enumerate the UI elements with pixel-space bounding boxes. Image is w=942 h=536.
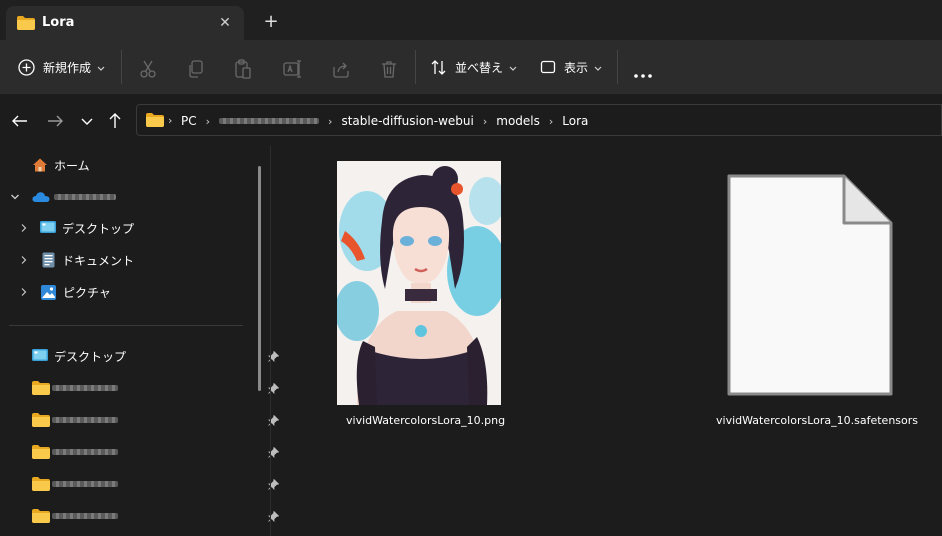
breadcrumb-pc[interactable]: PC	[181, 114, 197, 128]
back-arrow-icon[interactable]	[10, 111, 30, 131]
folder-icon	[32, 445, 50, 459]
sidebar-item-pictures[interactable]: ピクチャ	[20, 280, 111, 304]
sidebar-item-label: ホーム	[54, 158, 90, 173]
folder-icon	[17, 16, 35, 30]
breadcrumb-models[interactable]: models	[496, 114, 540, 128]
new-button[interactable]: 新規作成	[18, 55, 105, 79]
file-name-safetensors[interactable]: vividWatercolorsLora_10.safetensors	[716, 414, 918, 427]
document-icon	[42, 252, 55, 268]
copy-icon[interactable]	[186, 57, 206, 81]
navigation-row: › PC › › stable-diffusion-webui › models…	[0, 94, 942, 146]
folder-icon	[146, 113, 164, 127]
file-name-png[interactable]: vividWatercolorsLora_10.png	[346, 414, 505, 427]
quick-access-folder[interactable]	[32, 472, 279, 496]
quick-access-folder[interactable]	[32, 408, 279, 432]
sidebar-item-onedrive[interactable]	[10, 185, 116, 209]
quick-access-folder[interactable]	[32, 376, 279, 400]
breadcrumb-separator-icon: ›	[328, 114, 333, 128]
chevron-down-icon	[97, 60, 105, 74]
redacted-folder-name	[52, 385, 118, 391]
redacted-onedrive-name	[54, 194, 116, 200]
quick-access-folder[interactable]	[32, 440, 279, 464]
tab-title: Lora	[42, 15, 75, 30]
view-button-label: 表示	[564, 60, 589, 75]
sort-icon	[431, 59, 446, 75]
toolbar-divider	[415, 50, 416, 84]
file-item-png[interactable]	[335, 161, 507, 405]
tab-strip: Lora ✕ +	[0, 0, 942, 40]
sidebar-scrollbar[interactable]	[258, 166, 261, 391]
chevron-right-icon[interactable]	[20, 223, 28, 233]
redacted-folder-name	[52, 513, 118, 519]
chevron-right-icon[interactable]	[20, 287, 28, 297]
redacted-folder-name	[52, 449, 118, 455]
add-circle-icon	[18, 58, 35, 76]
sort-button[interactable]: 並べ替え	[430, 55, 517, 79]
folder-icon	[32, 413, 50, 427]
forward-arrow-icon[interactable]	[45, 111, 65, 131]
sidebar-item-label: ドキュメント	[62, 253, 135, 268]
image-thumbnail	[335, 161, 507, 405]
share-icon[interactable]	[331, 57, 351, 81]
navigation-pane: ホーム デスクトップ ドキュメント ピクチャ デスクトップ	[0, 146, 279, 536]
sidebar-item-label: デスクトップ	[54, 349, 127, 364]
rename-icon[interactable]	[282, 57, 302, 81]
onedrive-cloud-icon	[32, 192, 50, 202]
more-options-icon[interactable]	[633, 64, 653, 88]
redacted-user-folder[interactable]	[219, 118, 320, 124]
view-icon	[540, 60, 556, 74]
cut-icon[interactable]	[138, 57, 158, 81]
quick-access-desktop[interactable]: デスクトップ	[32, 344, 279, 368]
sidebar-item-home[interactable]: ホーム	[32, 153, 90, 177]
sidebar-item-desktop[interactable]: デスクトップ	[20, 216, 134, 240]
quick-access-folder[interactable]	[32, 504, 279, 528]
pictures-icon	[41, 284, 56, 300]
toolbar-divider	[121, 50, 122, 84]
command-bar: 新規作成 並べ替え 表示	[0, 40, 942, 94]
chevron-down-icon	[594, 60, 602, 74]
view-button[interactable]: 表示	[540, 55, 602, 79]
sidebar-item-documents[interactable]: ドキュメント	[20, 248, 134, 272]
breadcrumb-separator-icon: ›	[168, 114, 173, 127]
sidebar-item-label: ピクチャ	[63, 285, 111, 300]
breadcrumb-stable-diffusion-webui[interactable]: stable-diffusion-webui	[341, 114, 473, 128]
generic-file-icon	[727, 174, 893, 396]
breadcrumb-separator-icon: ›	[205, 114, 211, 128]
pane-divider[interactable]	[270, 146, 271, 536]
folder-icon	[32, 381, 50, 395]
breadcrumb-separator-icon: ›	[548, 114, 554, 128]
breadcrumb-separator-icon: ›	[482, 114, 488, 128]
folder-icon	[32, 477, 50, 491]
new-tab-button[interactable]: +	[261, 12, 281, 32]
recent-locations-chevron-icon[interactable]	[77, 111, 97, 131]
sort-button-label: 並べ替え	[455, 60, 504, 75]
file-item-safetensors[interactable]	[726, 173, 894, 397]
chevron-down-icon[interactable]	[10, 192, 20, 202]
desktop-icon	[40, 221, 56, 233]
chevron-right-icon[interactable]	[20, 255, 28, 265]
delete-icon[interactable]	[379, 57, 399, 81]
breadcrumb: PC › › stable-diffusion-webui › models ›…	[181, 105, 588, 137]
tab-lora[interactable]: Lora ✕	[6, 6, 244, 40]
chevron-down-icon	[509, 60, 517, 74]
toolbar-divider	[617, 50, 618, 84]
sidebar-item-label: デスクトップ	[62, 221, 135, 236]
paste-icon[interactable]	[233, 57, 253, 81]
desktop-icon	[32, 349, 48, 361]
redacted-folder-name	[52, 417, 118, 423]
folder-icon	[32, 509, 50, 523]
sidebar-divider	[9, 325, 243, 326]
breadcrumb-lora[interactable]: Lora	[562, 114, 588, 128]
new-button-label: 新規作成	[43, 60, 92, 75]
up-arrow-icon[interactable]	[105, 111, 125, 131]
address-bar[interactable]: › PC › › stable-diffusion-webui › models…	[136, 104, 942, 136]
home-icon	[33, 158, 47, 172]
close-tab-icon[interactable]: ✕	[214, 12, 236, 34]
redacted-folder-name	[52, 481, 118, 487]
